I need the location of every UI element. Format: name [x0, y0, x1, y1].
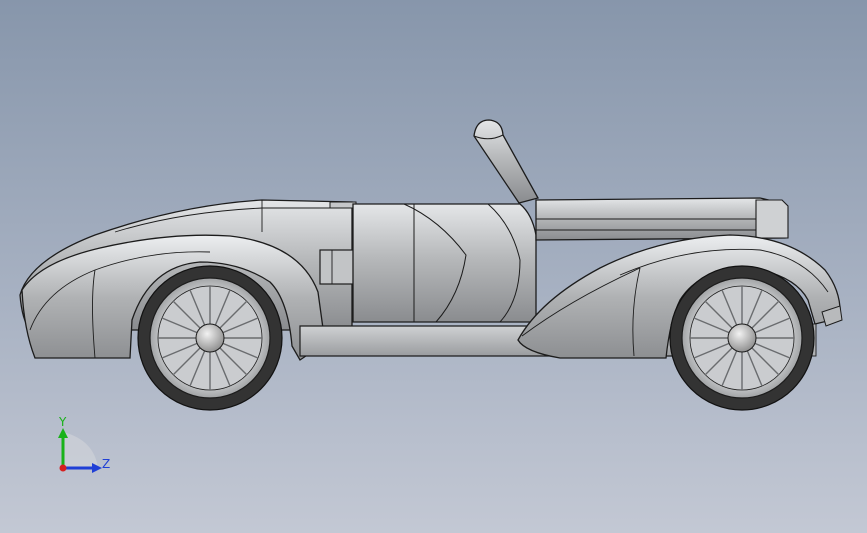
- hood: [535, 197, 789, 241]
- door-section: [319, 203, 537, 323]
- rear-wheel: [137, 265, 283, 411]
- triad-z-label: Z: [102, 457, 111, 471]
- triad-y-label: Y: [59, 415, 67, 429]
- x-axis-origin: [59, 464, 67, 472]
- front-wheel: [669, 265, 815, 411]
- graphics-viewport[interactable]: Y Z: [0, 0, 867, 533]
- triad-plane: [63, 432, 98, 468]
- windshield-post: [473, 119, 539, 204]
- car-model[interactable]: [0, 0, 867, 533]
